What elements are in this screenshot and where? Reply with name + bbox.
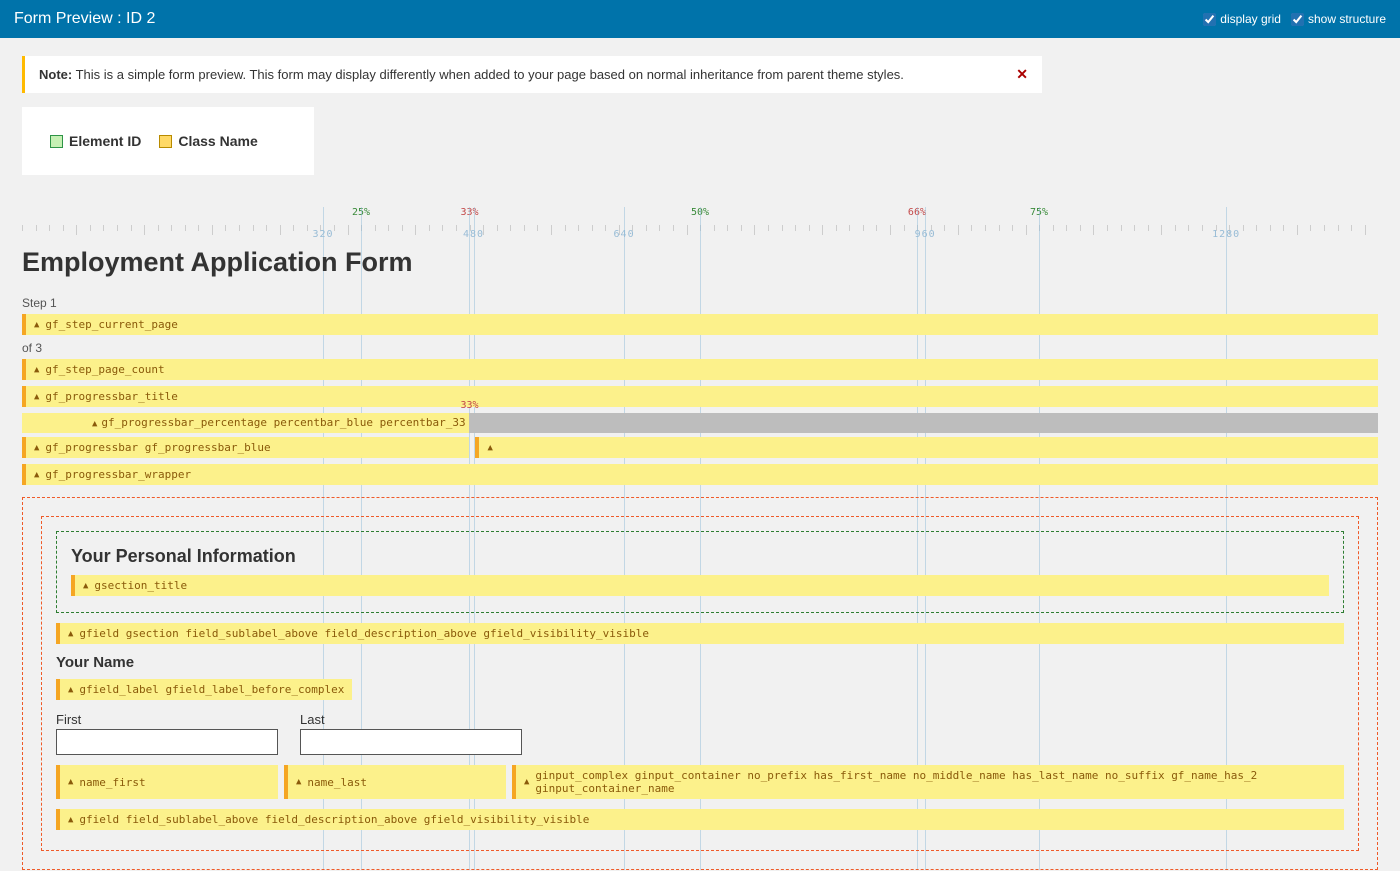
class-tag-progressbar-wrapper: ▲gf_progressbar_wrapper bbox=[22, 464, 1378, 485]
class-tag-gfield-name: ▲gfield field_sublabel_above field_descr… bbox=[56, 809, 1344, 830]
class-tag-gsection-title: ▲gsection_title bbox=[71, 575, 1329, 596]
checkbox-show-structure[interactable] bbox=[1291, 13, 1304, 26]
section-personal-info: Your Personal Information ▲gsection_titl… bbox=[56, 531, 1344, 613]
close-icon[interactable]: ✕ bbox=[1016, 66, 1028, 83]
notice-prefix: Note: bbox=[39, 67, 72, 82]
notice-body: This is a simple form preview. This form… bbox=[76, 67, 904, 82]
class-tag-progressbar-empty: ▲ bbox=[475, 437, 1378, 458]
legend-element-id: Element ID bbox=[50, 133, 141, 149]
field-label-your-name: Your Name bbox=[56, 654, 1344, 671]
section-title: Your Personal Information bbox=[71, 546, 1329, 567]
sublabel-last: Last bbox=[300, 712, 522, 727]
header-options: display grid show structure bbox=[1203, 12, 1386, 26]
first-name-input[interactable] bbox=[56, 729, 278, 755]
field-your-name: Your Name ▲gfield_label gfield_label_bef… bbox=[56, 654, 1344, 830]
checkbox-display-grid[interactable] bbox=[1203, 13, 1216, 26]
form-title: Employment Application Form bbox=[22, 241, 1378, 296]
class-tag-name-label: ▲gfield_label gfield_label_before_comple… bbox=[56, 679, 352, 700]
ruler: 25%33%50%66%75% 3204806409601280 bbox=[22, 207, 1378, 241]
sublabel-first: First bbox=[56, 712, 278, 727]
notice-text: Note: This is a simple form preview. Thi… bbox=[39, 67, 904, 82]
class-tag-progressbar-pct: ▲gf_progressbar_percentage percentbar_bl… bbox=[92, 416, 466, 429]
step-of: of 3 bbox=[22, 341, 1378, 355]
swatch-green-icon bbox=[50, 135, 63, 148]
pct-33-label: 33% bbox=[460, 400, 478, 411]
name-col-last: Last bbox=[300, 712, 522, 755]
class-tag-name-last: ▲name_last bbox=[284, 765, 506, 799]
form-body-outer: Your Personal Information ▲gsection_titl… bbox=[22, 497, 1378, 870]
legend-class-name: Class Name bbox=[159, 133, 257, 149]
toggle-display-grid[interactable]: display grid bbox=[1203, 12, 1281, 26]
form-body-inner: Your Personal Information ▲gsection_titl… bbox=[41, 516, 1359, 851]
toggle-show-structure[interactable]: show structure bbox=[1291, 12, 1386, 26]
class-tag-name-first: ▲name_first bbox=[56, 765, 278, 799]
swatch-yellow-icon bbox=[159, 135, 172, 148]
label-show-structure: show structure bbox=[1308, 12, 1386, 26]
class-tag-gsection-field: ▲gfield gsection field_sublabel_above fi… bbox=[56, 623, 1344, 644]
last-name-input[interactable] bbox=[300, 729, 522, 755]
page-title: Form Preview : ID 2 bbox=[14, 10, 155, 28]
class-tag-step-current: ▲gf_step_current_page bbox=[22, 314, 1378, 335]
name-row: First Last bbox=[56, 712, 1344, 755]
notice-bar: Note: This is a simple form preview. Thi… bbox=[22, 56, 1042, 93]
legend-box: Element ID Class Name bbox=[22, 107, 314, 175]
name-col-first: First bbox=[56, 712, 278, 755]
name-tags-row: ▲name_first ▲name_last ▲ginput_complex g… bbox=[56, 765, 1344, 799]
legend-class-name-label: Class Name bbox=[178, 133, 257, 149]
legend-element-id-label: Element ID bbox=[69, 133, 141, 149]
class-tag-step-count: ▲gf_step_page_count bbox=[22, 359, 1378, 380]
preview-canvas: 25%33%50%66%75% 3204806409601280 Employm… bbox=[22, 207, 1378, 870]
form-area: Employment Application Form Step 1 ▲gf_s… bbox=[22, 241, 1378, 870]
label-display-grid: display grid bbox=[1220, 12, 1281, 26]
class-tag-progressbar: ▲gf_progressbar gf_progressbar_blue bbox=[22, 437, 469, 458]
step-label: Step 1 bbox=[22, 296, 1378, 310]
app-header: Form Preview : ID 2 display grid show st… bbox=[0, 0, 1400, 38]
class-tag-ginput-complex: ▲ginput_complex ginput_container no_pref… bbox=[512, 765, 1344, 799]
progressbar: ▲gf_progressbar_percentage percentbar_bl… bbox=[22, 413, 1378, 433]
class-tag-progressbar-title: ▲gf_progressbar_title bbox=[22, 386, 1378, 407]
